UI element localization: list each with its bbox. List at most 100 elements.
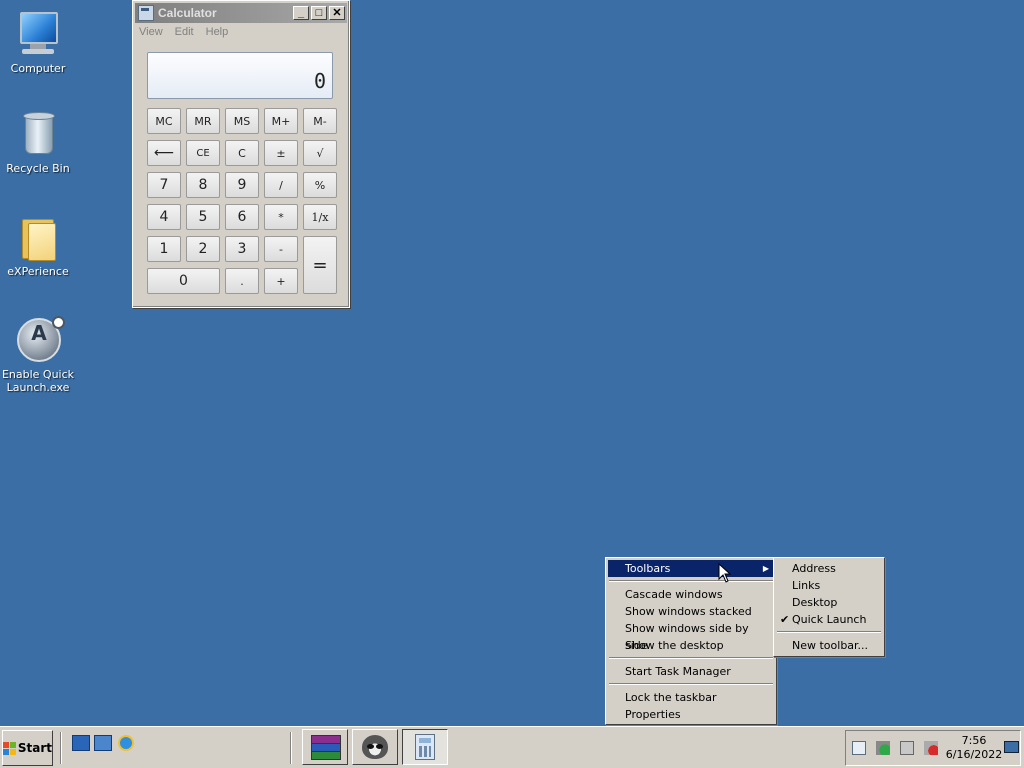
calculator-title-bar[interactable]: Calculator _ □ ✕ [135, 3, 347, 23]
submenu-item-label: Quick Launch [792, 613, 867, 626]
menu-view[interactable]: View [139, 26, 163, 38]
menu-item-show-desktop[interactable]: Show the desktop [608, 637, 774, 654]
switch-windows-icon[interactable] [94, 735, 112, 751]
divide-button[interactable]: / [264, 172, 298, 198]
winrar-icon [311, 735, 341, 760]
digit-7-button[interactable]: 7 [147, 172, 181, 198]
clipboard-icon[interactable] [852, 741, 866, 755]
menu-separator [609, 657, 773, 659]
internet-explorer-icon[interactable] [118, 735, 134, 751]
digit-3-button[interactable]: 3 [225, 236, 259, 262]
memory-recall-button[interactable]: MR [186, 108, 220, 134]
backspace-button[interactable]: ⟵ [147, 140, 181, 166]
show-desktop-icon[interactable] [72, 735, 90, 751]
clock[interactable]: 7:56 6/16/2022 [942, 734, 1006, 762]
digit-2-button[interactable]: 2 [186, 236, 220, 262]
percent-button[interactable]: % [303, 172, 337, 198]
desktop-icon-label: Enable Quick Launch.exe [1, 368, 75, 394]
digit-0-button[interactable]: 0 [147, 268, 220, 294]
digit-5-button[interactable]: 5 [186, 204, 220, 230]
menu-item-show-windows-side-by-side[interactable]: Show windows side by side [608, 620, 774, 652]
calculator-display: 0 [147, 52, 333, 99]
menu-item-lock-taskbar[interactable]: Lock the taskbar [608, 689, 774, 706]
recycle-bin-icon [14, 110, 62, 158]
submenu-item-address[interactable]: Address [776, 560, 882, 577]
toolbars-submenu: Address Links Desktop ✔ Quick Launch New… [773, 557, 885, 657]
submenu-item-links[interactable]: Links [776, 577, 882, 594]
maximize-button[interactable]: □ [311, 6, 327, 20]
reciprocal-button[interactable]: 1/x [303, 204, 337, 230]
submenu-item-new-toolbar[interactable]: New toolbar... [776, 637, 882, 654]
submenu-item-desktop[interactable]: Desktop [776, 594, 882, 611]
start-button[interactable]: Start [2, 730, 53, 766]
calculator-icon [415, 734, 435, 760]
volume-muted-icon[interactable] [924, 741, 938, 755]
desktop-icon-enable-quick-launch[interactable]: Enable Quick Launch.exe [0, 316, 76, 394]
taskbar-divider [60, 732, 62, 764]
minimize-button[interactable]: _ [293, 6, 309, 20]
menu-separator [777, 631, 881, 633]
clear-button[interactable]: C [225, 140, 259, 166]
memory-subtract-button[interactable]: M- [303, 108, 337, 134]
taskbar[interactable]: Start 7:56 6/16/2022 [0, 726, 1024, 768]
menu-edit[interactable]: Edit [175, 26, 194, 38]
square-root-button[interactable]: √ [303, 140, 337, 166]
digit-9-button[interactable]: 9 [225, 172, 259, 198]
clock-time: 7:56 [961, 734, 987, 747]
task-button-raccoon-app[interactable] [352, 729, 398, 765]
menu-item-label: Toolbars [625, 562, 671, 575]
negate-button[interactable]: ± [264, 140, 298, 166]
taskbar-context-menu: Toolbars ▶ Cascade windows Show windows … [605, 557, 777, 725]
show-desktop-corner-icon[interactable] [1004, 741, 1019, 753]
folder-icon [14, 213, 62, 261]
clear-entry-button[interactable]: CE [186, 140, 220, 166]
task-button-calculator[interactable] [402, 729, 448, 765]
desktop-icon-experience[interactable]: eXPerience [0, 213, 76, 278]
menu-item-cascade-windows[interactable]: Cascade windows [608, 586, 774, 603]
desktop-icon-computer[interactable]: Computer [0, 10, 76, 75]
menu-item-start-task-manager[interactable]: Start Task Manager [608, 663, 774, 680]
network-icon[interactable] [900, 741, 914, 755]
system-tray: 7:56 6/16/2022 [845, 730, 1021, 766]
taskbar-divider [290, 732, 292, 764]
desktop-icon-label: eXPerience [7, 265, 69, 278]
mouse-cursor-icon [718, 563, 732, 583]
menu-separator [609, 683, 773, 685]
add-button[interactable]: + [264, 268, 298, 294]
window-title: Calculator [158, 6, 217, 20]
raccoon-app-icon [362, 735, 388, 759]
clock-date: 6/16/2022 [945, 748, 1003, 761]
subtract-button[interactable]: - [264, 236, 298, 262]
task-button-winrar[interactable] [302, 729, 348, 765]
digit-1-button[interactable]: 1 [147, 236, 181, 262]
decimal-button[interactable]: . [225, 268, 259, 294]
app-icon [14, 316, 65, 364]
menu-item-toolbars[interactable]: Toolbars ▶ [608, 560, 774, 577]
menu-item-show-windows-stacked[interactable]: Show windows stacked [608, 603, 774, 620]
menu-item-properties[interactable]: Properties [608, 706, 774, 723]
windows-logo-icon [3, 741, 16, 755]
calculator-window[interactable]: Calculator _ □ ✕ View Edit Help 0 MC MR … [132, 0, 350, 308]
calculator-icon [138, 5, 154, 21]
multiply-button[interactable]: * [264, 204, 298, 230]
menu-bar: View Edit Help [133, 23, 349, 41]
submenu-item-quick-launch[interactable]: ✔ Quick Launch [776, 611, 882, 628]
start-label: Start [17, 741, 52, 755]
desktop-icon-label: Recycle Bin [6, 162, 70, 175]
memory-store-button[interactable]: MS [225, 108, 259, 134]
submenu-arrow-icon: ▶ [762, 564, 769, 573]
computer-icon [14, 10, 62, 58]
security-shield-icon[interactable] [876, 741, 890, 755]
equals-button[interactable]: = [303, 236, 337, 294]
checkmark-icon: ✔ [780, 613, 790, 626]
close-button[interactable]: ✕ [329, 6, 345, 20]
menu-help[interactable]: Help [206, 26, 229, 38]
desktop-icon-label: Computer [10, 62, 66, 75]
memory-clear-button[interactable]: MC [147, 108, 181, 134]
memory-add-button[interactable]: M+ [264, 108, 298, 134]
menu-separator [609, 580, 773, 582]
digit-8-button[interactable]: 8 [186, 172, 220, 198]
desktop-icon-recycle-bin[interactable]: Recycle Bin [0, 110, 76, 175]
digit-6-button[interactable]: 6 [225, 204, 259, 230]
digit-4-button[interactable]: 4 [147, 204, 181, 230]
